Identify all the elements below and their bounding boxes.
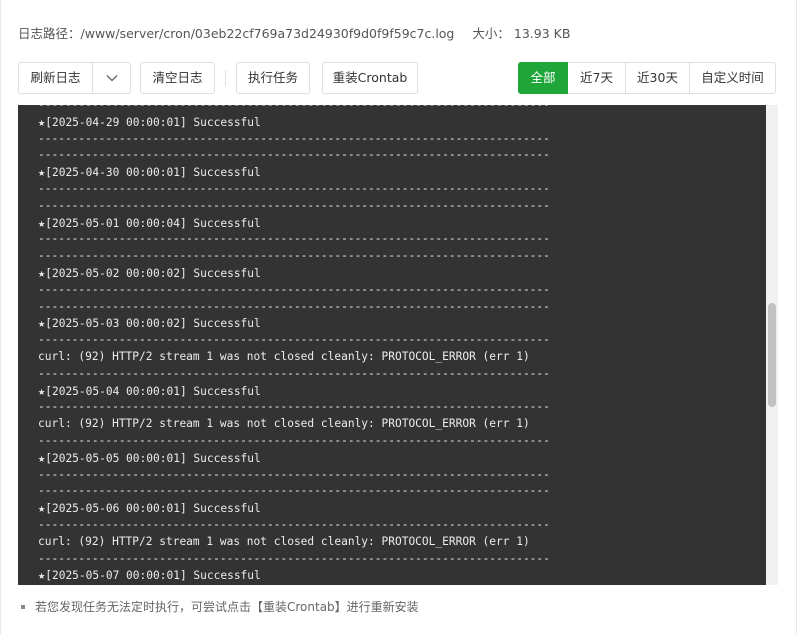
log-error-line: curl: (92) HTTP/2 stream 1 was not close… [38,349,530,363]
path-label: 日志路径： [18,26,81,41]
log-entry-text: [2025-04-30 00:00:01] Successful [45,166,261,180]
tip-note: 若您发现任务无法定时执行，可尝试点击【重装Crontab】进行重新安装 [21,598,419,615]
log-entry-text: [2025-05-02 00:00:02] Successful [45,266,261,280]
log-entry: ★[2025-05-07 00:00:01] Successful [38,567,550,584]
log-viewer[interactable]: ----------------------------------------… [18,105,778,585]
log-separator: ----------------------------------------… [38,148,550,162]
log-separator: ----------------------------------------… [38,551,550,565]
log-entry: ★[2025-05-03 00:00:02] Successful [38,315,550,332]
log-entry: ★[2025-04-30 00:00:01] Successful [38,164,550,181]
log-scrollbar[interactable] [766,105,778,585]
refresh-log-button[interactable]: 刷新日志 [19,63,93,93]
log-separator: ----------------------------------------… [38,249,550,263]
range-30-days-button[interactable]: 近30天 [625,62,690,94]
log-entry-text: [2025-05-05 00:00:01] Successful [45,451,261,465]
time-range-selector: 全部 近7天 近30天 自定义时间 [518,62,776,94]
log-entry-text: [2025-05-01 00:00:04] Successful [45,216,261,230]
log-entry: ★[2025-05-06 00:00:01] Successful [38,500,550,517]
log-dialog: 日志路径：/www/server/cron/03eb22cf769a73d249… [0,0,797,634]
log-entry: ★[2025-04-29 00:00:01] Successful [38,114,550,131]
log-entry-text: [2025-05-07 00:00:01] Successful [45,569,261,583]
scrollbar-thumb[interactable] [768,303,776,407]
bullet-icon [21,604,25,609]
range-custom-button[interactable]: 自定义时间 [689,62,776,94]
log-separator: ----------------------------------------… [38,232,550,246]
log-error-line: curl: (92) HTTP/2 stream 1 was not close… [38,534,530,548]
log-separator: ----------------------------------------… [38,198,550,212]
size-value: 13.93 KB [513,26,571,41]
log-entry: ★[2025-05-02 00:00:02] Successful [38,265,550,282]
size-label: 大小： [472,26,510,41]
log-entry-text: [2025-05-06 00:00:01] Successful [45,502,261,516]
log-separator: ----------------------------------------… [38,299,550,313]
log-entry-text: [2025-05-03 00:00:02] Successful [45,317,261,331]
log-entry: ★[2025-05-05 00:00:01] Successful [38,450,550,467]
log-separator: ----------------------------------------… [38,366,550,380]
log-entry-text: [2025-04-29 00:00:01] Successful [45,115,261,129]
log-separator: ----------------------------------------… [38,433,550,447]
tip-text: 若您发现任务无法定时执行，可尝试点击【重装Crontab】进行重新安装 [35,600,419,614]
log-separator: ----------------------------------------… [38,282,550,296]
log-separator: ----------------------------------------… [38,400,550,414]
file-info: 日志路径：/www/server/cron/03eb22cf769a73d249… [18,23,570,42]
toolbar: 刷新日志 清空日志 执行任务 重装Crontab 全部 近7天 近30天 自定义… [18,62,776,94]
log-content: ----------------------------------------… [38,105,550,584]
clear-log-button[interactable]: 清空日志 [140,62,215,94]
log-error-line: curl: (92) HTTP/2 stream 1 was not close… [38,417,530,431]
toolbar-divider [225,70,226,86]
log-separator: ----------------------------------------… [38,467,550,481]
log-separator: ----------------------------------------… [38,105,550,114]
range-all-button[interactable]: 全部 [518,62,568,94]
path-value: /www/server/cron/03eb22cf769a73d24930f9d… [80,26,455,41]
log-separator: ----------------------------------------… [38,517,550,531]
log-separator: ----------------------------------------… [38,484,550,498]
refresh-dropdown-toggle[interactable] [93,63,130,93]
log-separator: ----------------------------------------… [38,181,550,195]
log-separator: ----------------------------------------… [38,131,550,145]
log-entry: ★[2025-05-01 00:00:04] Successful [38,215,550,232]
log-entry: ★[2025-05-04 00:00:01] Successful [38,383,550,400]
range-7-days-button[interactable]: 近7天 [567,62,626,94]
refresh-split-button: 刷新日志 [18,62,131,94]
run-task-button[interactable]: 执行任务 [236,62,310,94]
log-separator: ----------------------------------------… [38,333,550,347]
chevron-down-icon [106,75,117,82]
log-entry-text: [2025-05-04 00:00:01] Successful [45,384,261,398]
reinstall-crontab-button[interactable]: 重装Crontab [322,62,418,94]
